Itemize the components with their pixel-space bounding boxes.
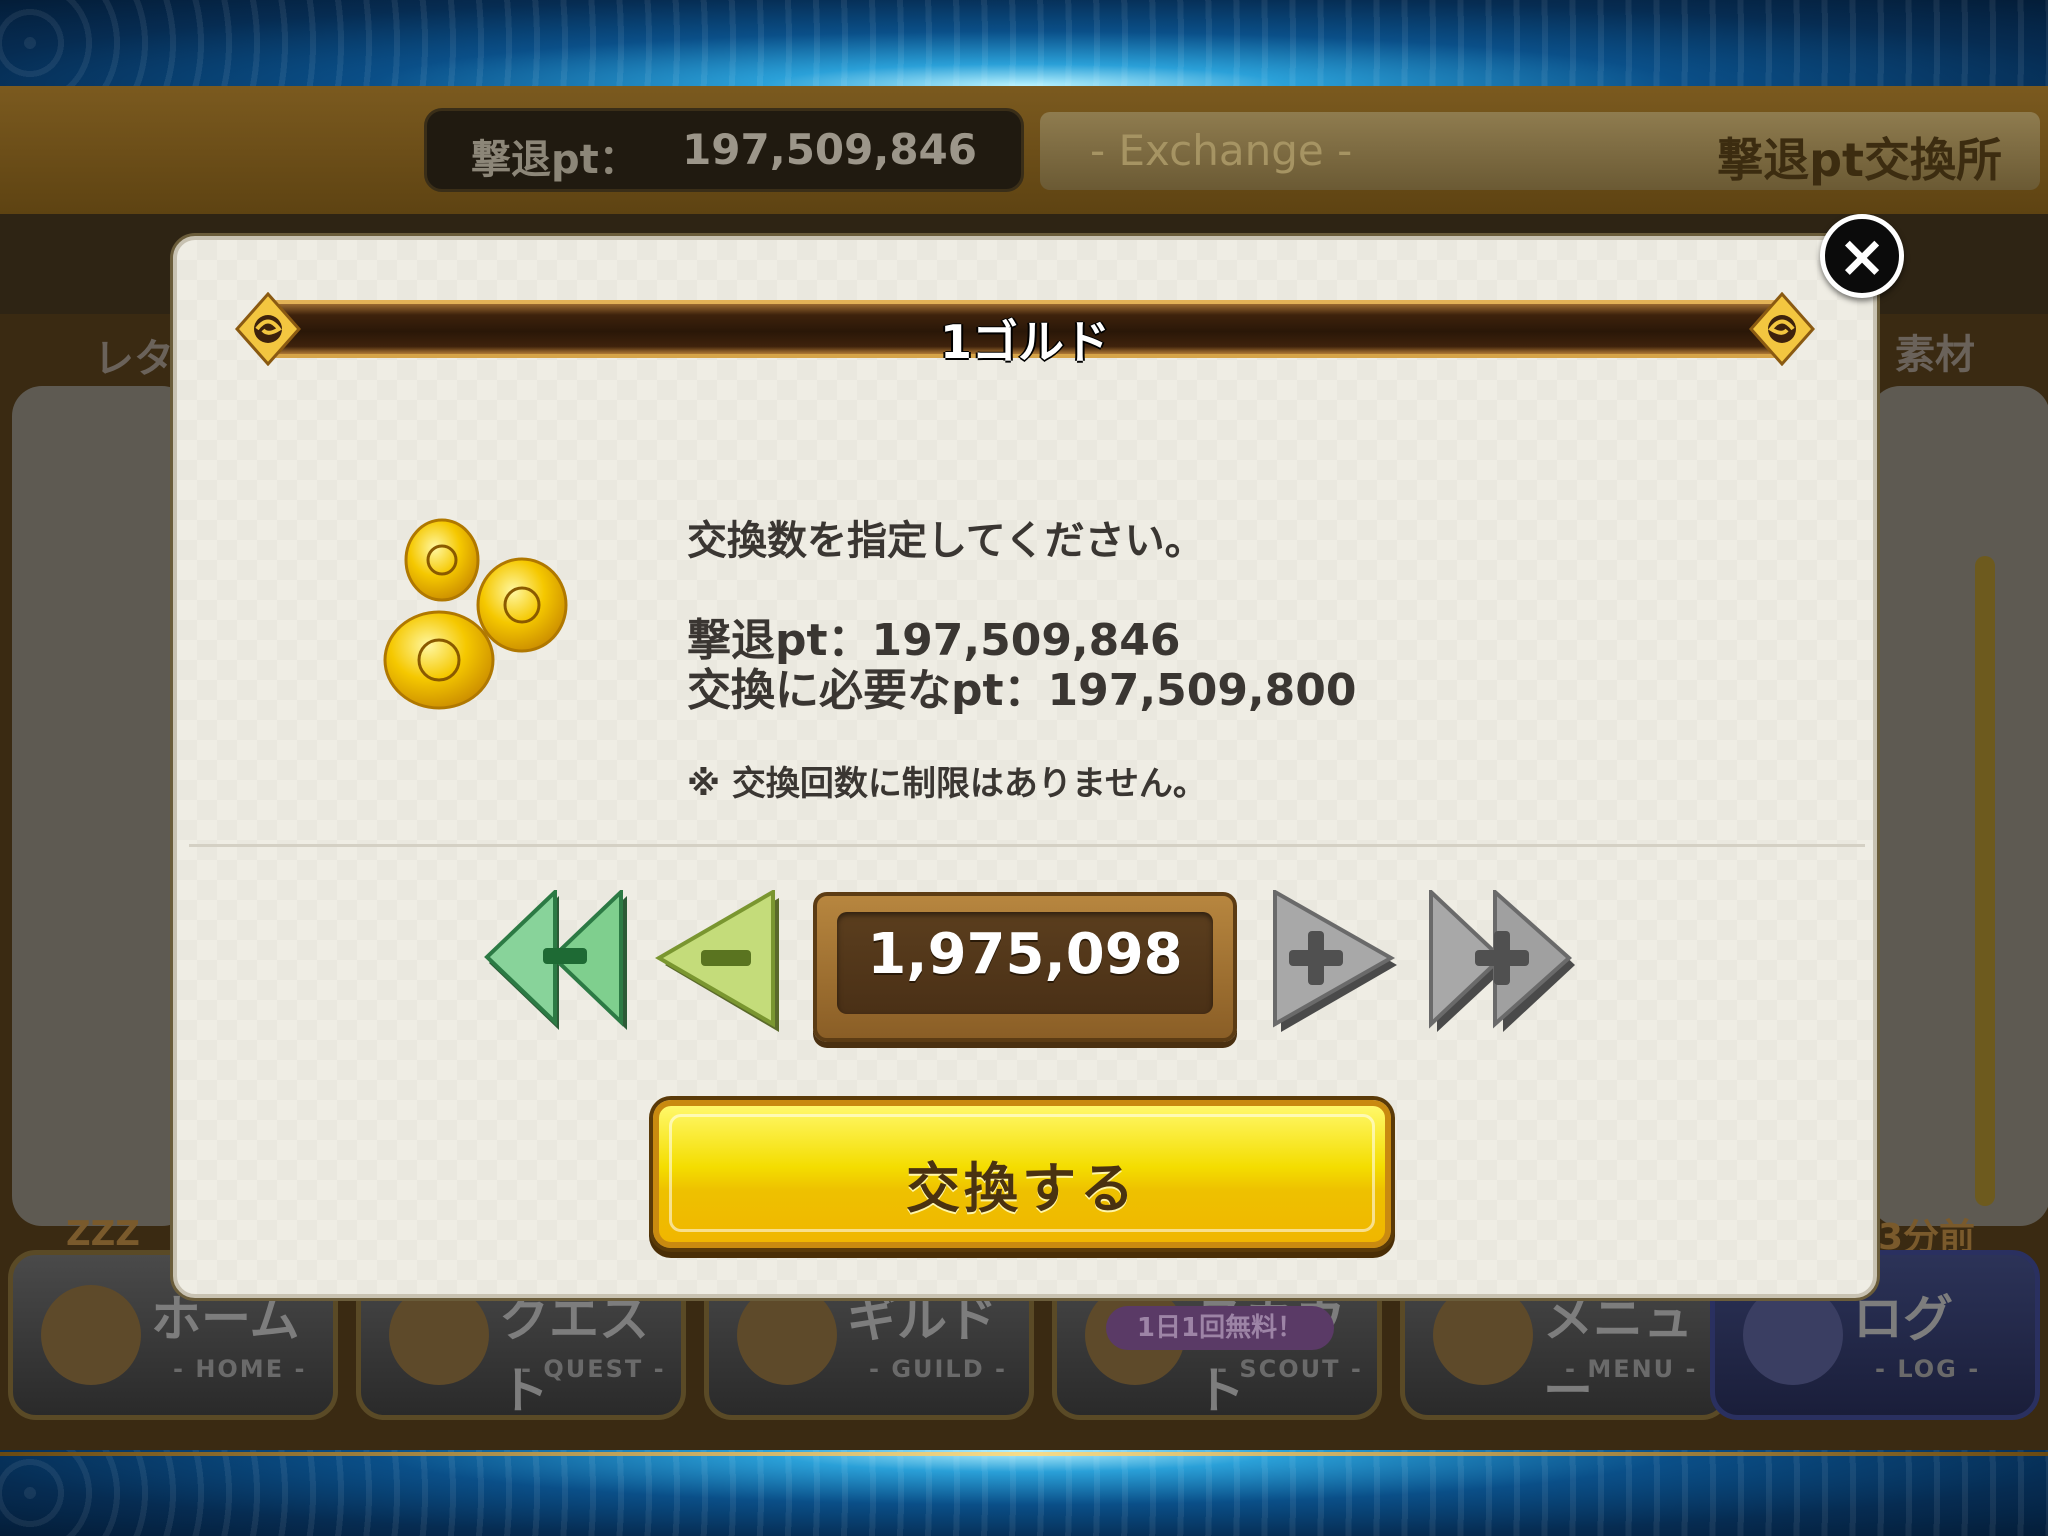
quantity-display: 1,975,098 (813, 892, 1237, 1042)
quantity-value: 1,975,098 (867, 922, 1183, 987)
right-list-panel (1870, 386, 2048, 1226)
nav-home-sub: - HOME - (173, 1355, 307, 1383)
exchange-button-label: 交換する (906, 1157, 1138, 1220)
increase-max-button[interactable] (1423, 890, 1583, 1040)
nav-log-sub: - LOG - (1875, 1355, 1981, 1383)
minus-icon (543, 948, 587, 964)
gold-coins-icon (383, 518, 568, 710)
exchange-button[interactable]: 交換する (653, 1100, 1391, 1248)
instruction-text: 交換数を指定してください。 (687, 518, 1205, 564)
exchange-title-bar: - Exchange - 撃退pt交換所 (1040, 112, 2040, 190)
nav-quest-sub: - QUEST - (521, 1355, 666, 1383)
exchange-title: 撃退pt交換所 (1717, 133, 2002, 187)
castle-icon (737, 1285, 837, 1385)
map-icon (389, 1285, 489, 1385)
nav-guild-sub: - GUILD - (869, 1355, 1007, 1383)
chat-bubble-icon (1743, 1285, 1843, 1385)
top-frame (0, 0, 2048, 86)
increase-button[interactable] (1267, 890, 1407, 1040)
frame-divider (0, 1452, 2048, 1456)
required-points-text: 交換に必要なpt：197,509,800 (687, 665, 1357, 716)
close-icon: × (1837, 222, 1887, 290)
decrease-max-button[interactable] (481, 890, 641, 1040)
exchange-dialog: 1ゴルド 交換数を指定してください。 撃退pt：197,509,846 交換に必… (173, 236, 1877, 1298)
decrease-button[interactable] (651, 890, 791, 1040)
dialog-divider (189, 844, 1865, 847)
points-value: 197,509,846 (682, 125, 977, 174)
gear-icon (1433, 1285, 1533, 1385)
close-button[interactable]: × (1820, 214, 1904, 298)
nav-scout-label: スカウト (1195, 1290, 1345, 1420)
tab-label-left: レタ (94, 336, 174, 382)
scout-free-badge: 1日1回無料！ (1106, 1306, 1334, 1350)
exchange-header: 撃退pt： 197,509,846 - Exchange - 撃退pt交換所 (0, 86, 2048, 214)
tent-icon (41, 1285, 141, 1385)
minus-icon (701, 950, 751, 966)
dialog-title: 1ゴルド (939, 315, 1110, 369)
limit-note: ※ 交換回数に制限はありません。 (687, 764, 1207, 804)
nav-menu-label: メニュー (1543, 1290, 1693, 1420)
dialog-title-bar: 1ゴルド (235, 292, 1815, 369)
points-label: 撃退pt： (471, 137, 639, 183)
scrollbar (1975, 556, 1995, 1206)
tab-label-right: 素材 (1895, 332, 1975, 378)
bottom-frame (0, 1450, 2048, 1536)
points-display: 撃退pt： 197,509,846 (424, 108, 1024, 192)
exchange-subtitle: - Exchange - (1090, 126, 1353, 175)
left-list-panel (12, 386, 192, 1226)
nav-quest-label: クエスト (499, 1290, 649, 1420)
ornament-right-icon (1749, 292, 1815, 366)
nav-scout-sub: - SCOUT - (1217, 1355, 1363, 1383)
nav-menu-sub: - MENU - (1565, 1355, 1698, 1383)
